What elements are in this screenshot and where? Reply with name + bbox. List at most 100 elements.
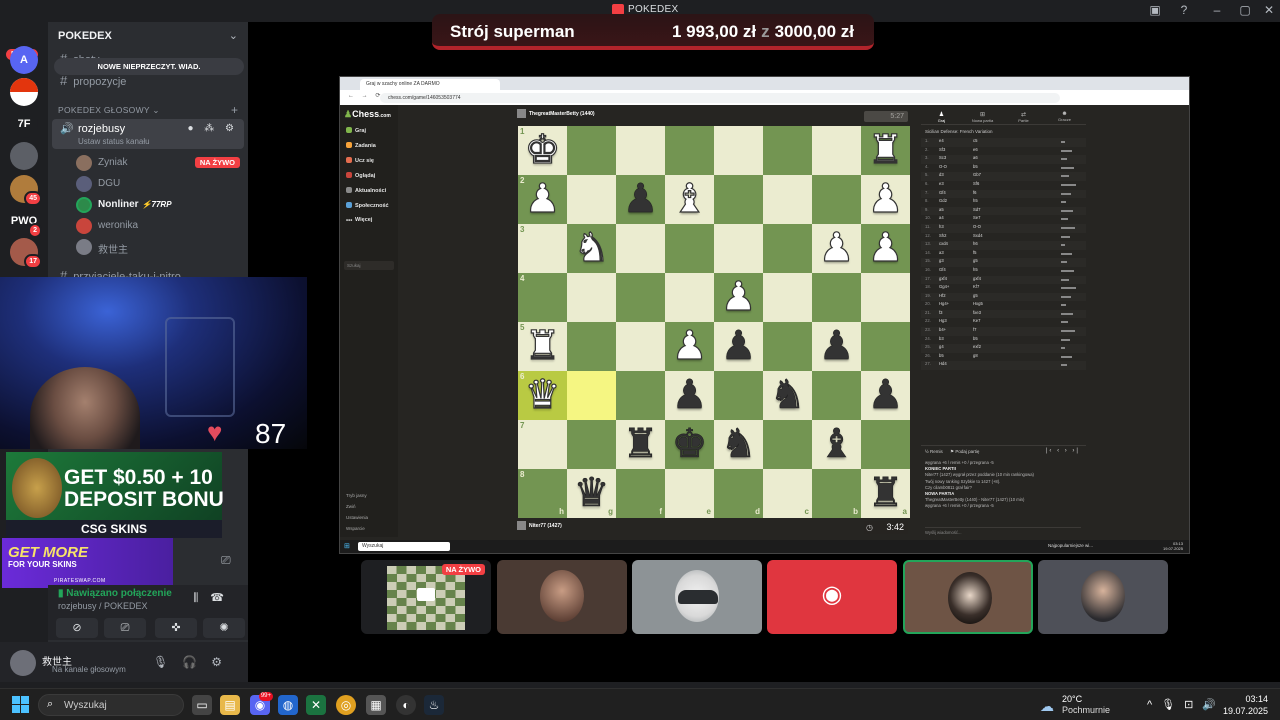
board-square[interactable] [567, 371, 616, 420]
board-square[interactable] [567, 273, 616, 322]
volume-icon[interactable]: 🔊 [1202, 699, 1225, 711]
black-move[interactable]: g8 [973, 353, 978, 358]
nav-puzzles[interactable]: Zadania [346, 142, 376, 149]
server-name[interactable]: POKEDEX [58, 30, 112, 42]
black-move[interactable]: Sd7 [973, 207, 980, 212]
nav-footer-item[interactable]: Ustawienia [346, 515, 368, 520]
voice-user[interactable]: Zyniak NA ŻYWO [76, 154, 244, 172]
board-square[interactable]: ♟ [861, 175, 910, 224]
move-row[interactable]: 25. g4 exf2 [921, 344, 1086, 353]
board-square[interactable] [665, 273, 714, 322]
chesscom-search[interactable]: Szukaj [344, 261, 394, 270]
move-row[interactable]: 18. Gg4+ Kf7 [921, 284, 1086, 293]
white-pawn-icon[interactable]: ♟ [671, 323, 708, 368]
white-move[interactable]: b3 [939, 336, 944, 341]
voice-channel-rozjebusy[interactable]: 🔊 rozjebusy Ustaw status kanału ● ⁂ ⚙ [52, 119, 244, 149]
white-move[interactable]: Sh2 [939, 233, 946, 238]
move-row[interactable]: 23. b4+ f7 [921, 327, 1086, 336]
move-row[interactable]: 11. h3 O-O [921, 223, 1086, 233]
white-pawn-icon[interactable]: ♟ [867, 176, 904, 221]
nav-news[interactable]: Aktualności [346, 187, 386, 194]
headphones-icon[interactable]: 🎧 [182, 655, 211, 669]
opponent-info[interactable]: ThegreatMasterBetty (1440) [517, 109, 595, 118]
voice-channel-status[interactable]: Ustaw status kanału [78, 137, 150, 146]
white-move[interactable]: d3 [939, 172, 944, 177]
move-row[interactable]: 26. b5 g8 [921, 353, 1086, 362]
board-square[interactable]: 2 ♟ [518, 175, 567, 224]
server-icon-pokedex[interactable] [10, 78, 38, 106]
gear-icon[interactable]: ⚙ [211, 655, 236, 669]
board-square[interactable] [812, 273, 861, 322]
white-pawn-icon[interactable]: ♟ [867, 225, 904, 270]
chevron-up-icon[interactable]: ^ [1147, 699, 1161, 711]
move-row[interactable]: 24. b3 b5 [921, 336, 1086, 345]
white-move[interactable]: e3 [939, 181, 944, 186]
nav-footer-item[interactable]: Wsparcie [346, 526, 365, 531]
voice-channel-actions[interactable]: ● ⁂ ⚙ [187, 123, 238, 134]
black-pawn-icon[interactable]: ♟ [720, 324, 756, 369]
obs-app-icon[interactable]: ◐ [396, 695, 416, 715]
tab-new-game[interactable]: ⊞ Nowa partia [962, 111, 1003, 123]
excel-app-icon[interactable]: ✕ [306, 695, 326, 715]
black-move[interactable]: Gb7 [973, 172, 981, 177]
white-move[interactable]: f3 [939, 310, 943, 315]
black-bishop-icon[interactable]: ♝ [818, 422, 854, 467]
board-square[interactable]: f [616, 469, 665, 518]
white-move[interactable]: g4 [939, 344, 944, 349]
disconnect-icon[interactable]: ☎ [210, 592, 236, 604]
white-move[interactable]: Gg4+ [939, 284, 949, 289]
server-icon-7[interactable]: 17 [10, 238, 42, 269]
black-move[interactable]: h5 [973, 198, 978, 203]
board-square[interactable] [714, 126, 763, 175]
steam-app-icon[interactable]: ♨ [424, 695, 444, 715]
black-knight-icon[interactable]: ♞ [720, 422, 756, 467]
board-square[interactable] [763, 126, 812, 175]
server-icon-a[interactable]: A [10, 46, 38, 74]
stream-tile[interactable]: NA ŻYWO [361, 560, 491, 634]
inbox-icon[interactable]: ▣ [1146, 3, 1164, 19]
close-icon[interactable]: ✕ [1260, 3, 1278, 19]
black-pawn-icon[interactable]: ♟ [818, 324, 854, 369]
file-explorer-icon[interactable]: ▤ [220, 695, 240, 715]
participant-tile[interactable] [497, 560, 627, 634]
board-square[interactable] [616, 371, 665, 420]
board-square[interactable] [616, 126, 665, 175]
calculator-app-icon[interactable]: ▦ [366, 695, 386, 715]
board-square[interactable]: ♝ [812, 420, 861, 469]
voice-user[interactable]: 救世主 [76, 238, 244, 256]
tab-play[interactable]: ♟ Graj [921, 111, 962, 123]
move-row[interactable]: 19. Hf2 g5 [921, 292, 1086, 302]
board-square[interactable] [763, 322, 812, 371]
board-square[interactable]: 7 [518, 420, 567, 469]
white-move[interactable]: Hg4+ [939, 301, 949, 306]
move-navigation[interactable]: |‹ ‹ › ›| [1046, 448, 1080, 454]
white-move[interactable]: Hg3 [939, 318, 947, 323]
move-row[interactable]: 3. Sc3 a6 [921, 155, 1086, 164]
black-move[interactable]: f7 [973, 327, 977, 332]
board-square[interactable] [714, 371, 763, 420]
board-square[interactable]: g ♛ [567, 469, 616, 518]
black-move[interactable]: O-O [973, 224, 981, 229]
board-square[interactable] [861, 420, 910, 469]
participant-tile[interactable]: ◉ [767, 560, 897, 634]
server-icon-pwo[interactable]: PWO 2 [10, 207, 42, 238]
white-move[interactable]: gxf4 [939, 276, 947, 281]
move-row[interactable]: 8. Gd2 h5 [921, 198, 1086, 207]
white-move[interactable]: h3 [939, 224, 944, 229]
board-square[interactable] [616, 224, 665, 273]
taskbar-search[interactable]: ⌕ Wyszukaj [38, 694, 184, 716]
black-rook-icon[interactable]: ♜ [867, 471, 903, 516]
black-move[interactable]: fxe3 [973, 310, 981, 315]
maximize-icon[interactable]: ▢ [1236, 3, 1254, 19]
resign-button[interactable]: ⚑ Podaj partię [950, 449, 979, 454]
board-square[interactable]: 8h [518, 469, 567, 518]
activity-button[interactable]: ✜ [155, 618, 197, 638]
move-row[interactable]: 12. Sh2 Sxd4 [921, 233, 1086, 242]
move-row[interactable]: 1. e4 c5 [921, 138, 1086, 147]
black-pawn-icon[interactable]: ♟ [867, 373, 903, 418]
board-square[interactable]: ♟ [665, 322, 714, 371]
nav-community[interactable]: Społeczność [346, 202, 389, 209]
board-square[interactable]: 4 [518, 273, 567, 322]
help-icon[interactable]: ? [1175, 3, 1193, 19]
board-square[interactable] [567, 322, 616, 371]
